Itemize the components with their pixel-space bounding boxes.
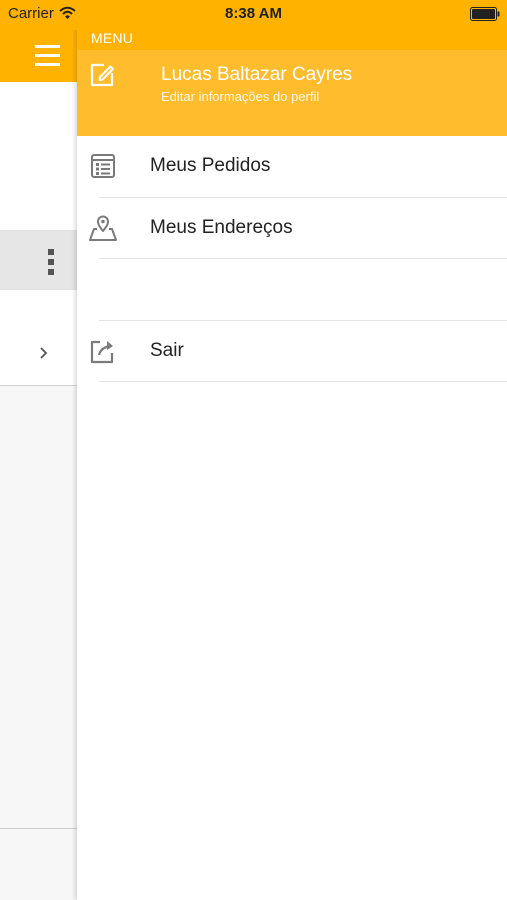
background-divider — [0, 828, 77, 829]
chevron-right-icon — [40, 347, 48, 359]
background-gap — [0, 290, 77, 324]
background-screen — [0, 0, 77, 900]
map-pin-icon — [89, 215, 117, 241]
menu-divider — [99, 258, 507, 259]
status-time: 8:38 AM — [225, 5, 282, 22]
menu-item-meus-enderecos[interactable]: Meus Endereços — [77, 198, 507, 259]
menu-divider — [99, 381, 507, 382]
more-vertical-icon[interactable] — [48, 249, 56, 275]
edit-icon — [90, 63, 114, 87]
logout-icon — [90, 340, 114, 364]
profile-header[interactable]: Lucas Baltazar Cayres Editar informações… — [77, 50, 507, 136]
profile-name: Lucas Baltazar Cayres — [161, 64, 353, 85]
status-bar: Carrier 8:38 AM — [0, 0, 507, 30]
hamburger-menu-icon[interactable] — [35, 45, 60, 67]
side-menu: MENU Lucas Baltazar Cayres Editar inform… — [77, 0, 507, 900]
battery-icon — [470, 7, 500, 21]
list-icon — [91, 154, 115, 178]
menu-item-sair[interactable]: Sair — [77, 321, 507, 382]
menu-item-meus-pedidos[interactable]: Meus Pedidos — [77, 136, 507, 197]
menu-title: MENU — [91, 30, 134, 46]
menu-item-label: Meus Endereços — [150, 217, 293, 238]
menu-item-label: Meus Pedidos — [150, 155, 271, 176]
background-content-area — [0, 82, 77, 230]
profile-edit-link[interactable]: Editar informações do perfil — [161, 89, 319, 104]
menu-title-bar: MENU — [77, 30, 507, 50]
background-highlighted-row[interactable] — [0, 230, 77, 290]
menu-item-label: Sair — [150, 340, 184, 361]
